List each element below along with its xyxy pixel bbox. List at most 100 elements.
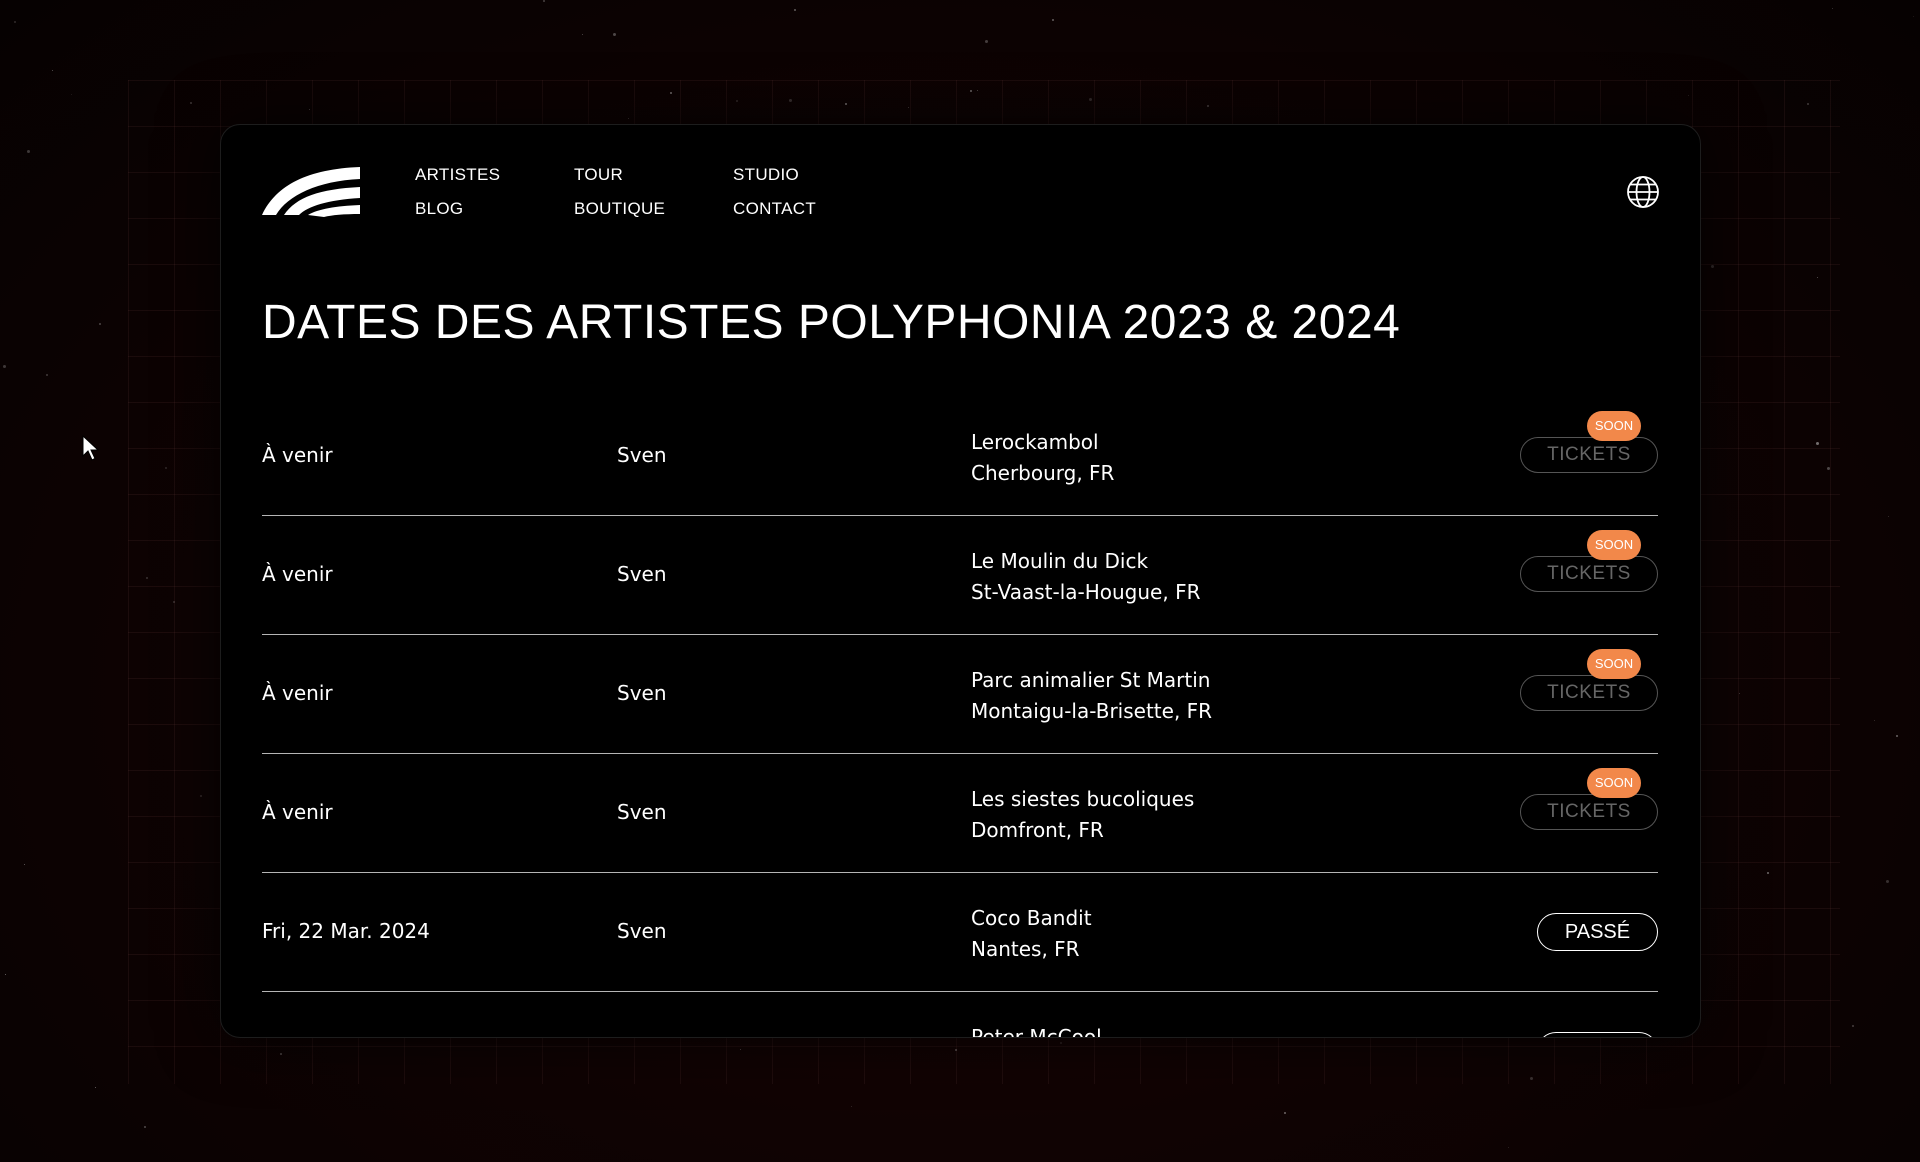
tour-venue: Les siestes bucoliques (971, 787, 1195, 811)
tour-artist: Sven (617, 681, 667, 705)
dust-speck (543, 0, 545, 2)
tour-venue: Le Moulin du Dick (971, 549, 1149, 573)
dust-speck (52, 70, 53, 71)
tour-venue-block: Lerockambol Cherbourg, FR (971, 427, 1114, 489)
polyphonia-logo-icon[interactable] (262, 165, 362, 221)
tour-venue-block: Parc animalier St Martin Montaigu-la-Bris… (971, 665, 1212, 727)
tickets-button[interactable]: TICKETS (1520, 437, 1658, 473)
dust-speck (582, 34, 583, 35)
globe-icon[interactable] (1626, 175, 1660, 209)
dust-speck (1817, 277, 1818, 278)
dust-speck (851, 1106, 852, 1107)
dust-speck (955, 1049, 957, 1051)
mouse-cursor (82, 434, 100, 461)
dust-speck (71, 94, 72, 95)
dust-speck (99, 323, 101, 325)
nav-boutique[interactable]: BOUTIQUE (574, 197, 733, 221)
nav-tour[interactable]: TOUR (574, 163, 733, 187)
tour-artist: Sven (617, 919, 667, 943)
tour-artist: Sven (617, 562, 667, 586)
dust-speck (1711, 265, 1714, 268)
tour-venue: Parc animalier St Martin (971, 668, 1211, 692)
tour-date-row: Peter McCool PASSÉ (262, 992, 1658, 1037)
page-title: DATES DES ARTISTES POLYPHONIA 2023 & 202… (262, 296, 1401, 349)
soon-badge: SOON (1587, 768, 1641, 798)
tour-venue-block: Les siestes bucoliques Domfront, FR (971, 784, 1194, 846)
tour-venue: Coco Bandit (971, 906, 1092, 930)
dust-speck (144, 1126, 146, 1128)
tour-date: À venir (262, 800, 333, 824)
dust-speck (1852, 1025, 1854, 1027)
tour-date: Fri, 22 Mar. 2024 (262, 919, 430, 943)
dust-speck (736, 100, 738, 102)
tour-venue: Lerockambol (971, 430, 1099, 454)
dust-speck (1530, 1077, 1533, 1080)
dust-speck (1089, 98, 1092, 101)
tickets-button[interactable]: TICKETS (1520, 794, 1658, 830)
dust-speck (1767, 872, 1769, 874)
dust-speck (200, 795, 202, 797)
dust-speck (740, 1049, 741, 1050)
dust-speck (1913, 16, 1914, 17)
dust-speck (24, 864, 25, 865)
dust-speck (1888, 516, 1889, 517)
nav-contact[interactable]: CONTACT (733, 197, 892, 221)
dust-speck (613, 33, 616, 36)
site-window: ARTISTES TOUR STUDIO BLOG BOUTIQUE CONTA… (220, 124, 1701, 1038)
tour-date-row: Fri, 22 Mar. 2024 Sven Coco Bandit Nantes, … (262, 873, 1658, 992)
passe-button[interactable]: PASSÉ (1537, 913, 1658, 951)
dust-speck (309, 109, 310, 110)
dust-speck (190, 102, 192, 104)
tour-venue-block: Peter McCool (971, 1022, 1102, 1037)
dust-speck (1807, 103, 1809, 105)
passe-button[interactable]: PASSÉ (1537, 1032, 1658, 1037)
dust-speck (5, 974, 6, 975)
dust-speck (173, 601, 175, 603)
soon-badge: SOON (1587, 649, 1641, 679)
soon-badge: SOON (1587, 530, 1641, 560)
tickets-button[interactable]: TICKETS (1520, 675, 1658, 711)
nav-artistes[interactable]: ARTISTES (415, 163, 574, 187)
dust-speck (95, 1087, 96, 1088)
tour-date-row: À venir Sven Lerockambol Cherbourg, FR TICKE… (262, 397, 1658, 516)
dust-speck (1886, 880, 1889, 883)
dust-speck (1816, 442, 1819, 445)
dust-speck (146, 577, 148, 579)
tour-dates-list: À venir Sven Lerockambol Cherbourg, FR TICKE… (262, 397, 1658, 1037)
tour-location: St-Vaast-la-Hougue, FR (971, 580, 1201, 604)
dust-speck (14, 21, 16, 23)
tour-artist: Sven (617, 800, 667, 824)
tour-location: Montaigu-la-Brisette, FR (971, 699, 1213, 723)
dust-speck (845, 103, 847, 105)
dust-speck (1060, 1042, 1062, 1044)
dust-speck (1739, 693, 1740, 694)
tour-location: Cherbourg, FR (971, 461, 1115, 485)
dust-speck (985, 40, 988, 43)
dust-speck (1284, 1112, 1286, 1114)
dust-speck (46, 374, 48, 376)
tour-date-row: À venir Sven Les siestes bucoliques Domfron… (262, 754, 1658, 873)
dust-speck (789, 99, 792, 102)
dust-speck (1874, 720, 1875, 721)
dust-speck (27, 150, 30, 153)
tour-venue-block: Coco Bandit Nantes, FR (971, 903, 1092, 965)
dust-speck (670, 92, 672, 94)
nav-studio[interactable]: STUDIO (733, 163, 892, 187)
dust-speck (908, 107, 909, 108)
dust-speck (1832, 8, 1833, 9)
tour-date: À venir (262, 681, 333, 705)
tour-date: À venir (262, 443, 333, 467)
soon-badge: SOON (1587, 411, 1641, 441)
dust-speck (165, 467, 167, 469)
dust-speck (1207, 105, 1209, 107)
nav-blog[interactable]: BLOG (415, 197, 574, 221)
tour-venue-block: Le Moulin du Dick St-Vaast-la-Hougue, FR (971, 546, 1200, 608)
tour-artist: Sven (617, 443, 667, 467)
tour-date: À venir (262, 562, 333, 586)
tickets-button[interactable]: TICKETS (1520, 556, 1658, 592)
tour-location: Nantes, FR (971, 937, 1080, 961)
dust-speck (794, 9, 796, 11)
dust-speck (1508, 1147, 1509, 1148)
dust-speck (280, 1053, 282, 1055)
tour-date-row: À venir Sven Le Moulin du Dick St-Vaast-la-… (262, 516, 1658, 635)
